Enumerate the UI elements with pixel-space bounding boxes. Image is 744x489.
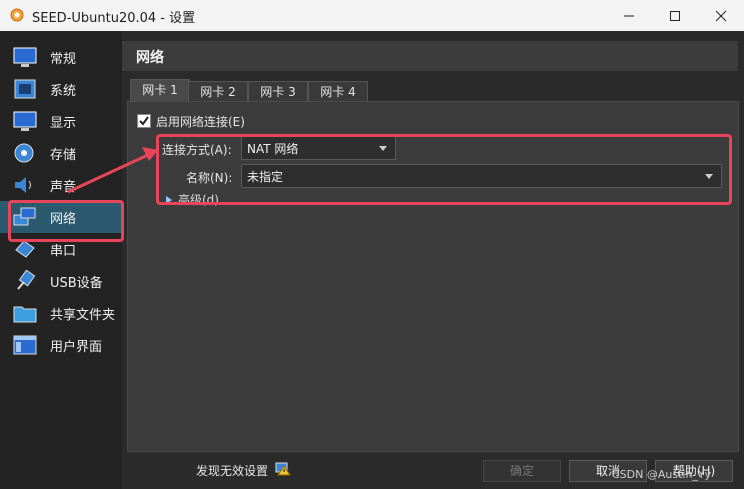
ok-button[interactable]: 确定 <box>483 460 561 482</box>
invalid-settings-label: 发现无效设置 <box>196 464 269 478</box>
warning-icon[interactable] <box>275 460 291 476</box>
annotation-arrow <box>67 147 158 194</box>
watermark: CSDN @Austin_Yy <box>612 468 712 481</box>
